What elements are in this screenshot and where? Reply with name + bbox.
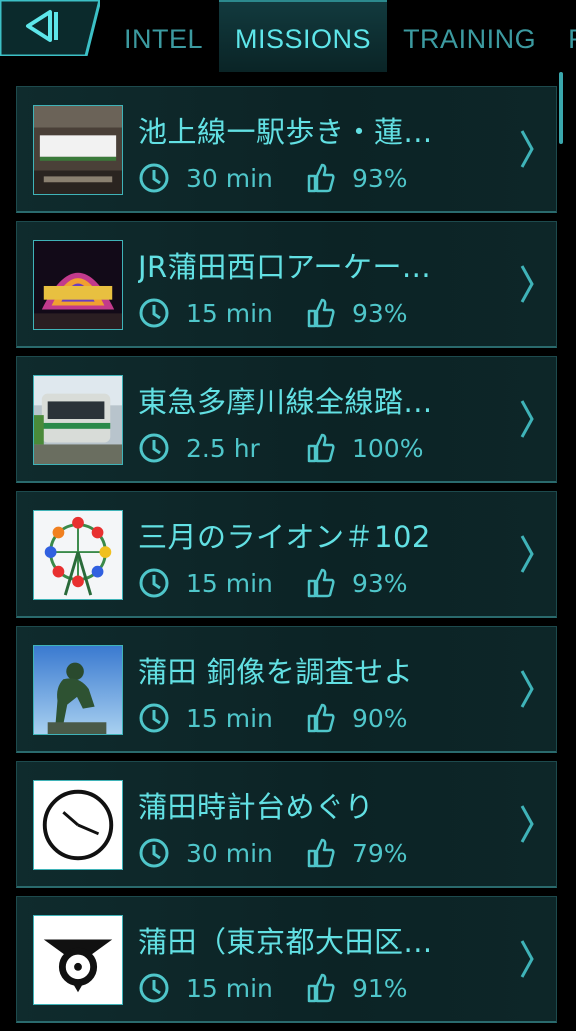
mission-title: 東急多摩川線全線踏...: [138, 385, 433, 419]
back-arrow-icon: [0, 0, 100, 56]
chevron-right-icon: [520, 130, 534, 168]
mission-duration: 30 min: [186, 838, 273, 868]
mission-card[interactable]: 蒲田時計台めぐり 30 min 79%: [16, 761, 557, 888]
clock-icon: [139, 163, 169, 193]
mission-rating: 79%: [352, 838, 408, 868]
arcade-sign-thumbnail: [33, 240, 123, 330]
clock-icon: [139, 838, 169, 868]
mission-card[interactable]: 池上線一駅歩き・蓮... 30 min 93%: [16, 86, 557, 213]
thumbs-up-icon: [307, 973, 335, 1003]
mission-meta: 15 min 93%: [138, 566, 408, 600]
thumbs-up-icon: [307, 298, 335, 328]
mission-duration: 15 min: [186, 568, 273, 598]
mission-duration: 15 min: [186, 298, 273, 328]
mission-title: 蒲田（東京都大田区...: [138, 925, 433, 959]
clock-icon: [139, 703, 169, 733]
scrollbar[interactable]: [559, 72, 563, 144]
mission-card[interactable]: 三月のライオン＃102 15 min 93%: [16, 491, 557, 618]
chevron-right-icon: [520, 400, 534, 438]
mission-card[interactable]: 蒲田（東京都大田区... 15 min 91%: [16, 896, 557, 1023]
chevron-right-icon: [520, 535, 534, 573]
mission-meta: 15 min 90%: [138, 701, 408, 735]
mission-meta: 15 min 93%: [138, 296, 408, 330]
mission-duration: 15 min: [186, 973, 273, 1003]
tab-bar: INTEL MISSIONS TRAINING REC: [108, 0, 576, 72]
mission-title: 三月のライオン＃102: [138, 520, 431, 554]
mission-meta: 2.5 hr 100%: [138, 431, 423, 465]
mission-title: 蒲田 銅像を調査せよ: [138, 655, 414, 689]
clock-icon: [139, 568, 169, 598]
mission-duration: 30 min: [186, 163, 273, 193]
mission-list: 池上線一駅歩き・蓮... 30 min 93% JR蒲田西口アーケー... 15…: [16, 86, 557, 1031]
mission-card[interactable]: 蒲田 銅像を調査せよ 15 min 90%: [16, 626, 557, 753]
mission-rating: 90%: [352, 703, 408, 733]
mission-duration: 15 min: [186, 703, 273, 733]
ferris-wheel-thumbnail: [33, 510, 123, 600]
mission-meta: 15 min 91%: [138, 971, 408, 1005]
thinker-statue-thumbnail: [33, 645, 123, 735]
mission-meta: 30 min 79%: [138, 836, 408, 870]
mission-title: 池上線一駅歩き・蓮...: [138, 115, 433, 149]
thumbs-up-icon: [307, 433, 335, 463]
chevron-right-icon: [520, 265, 534, 303]
mission-title: 蒲田時計台めぐり: [138, 790, 375, 824]
ward-emblem-thumbnail: [33, 915, 123, 1005]
mission-card[interactable]: JR蒲田西口アーケー... 15 min 93%: [16, 221, 557, 348]
tab-training[interactable]: TRAINING: [387, 0, 552, 72]
clock-icon: [139, 973, 169, 1003]
clock-icon: [139, 298, 169, 328]
mission-duration: 2.5 hr: [186, 433, 260, 463]
thumbs-up-icon: [307, 838, 335, 868]
clock-icon: [139, 433, 169, 463]
station-sign-thumbnail: [33, 105, 123, 195]
mission-rating: 93%: [352, 568, 408, 598]
clock-face-thumbnail: [33, 780, 123, 870]
thumbs-up-icon: [307, 703, 335, 733]
top-bar: INTEL MISSIONS TRAINING REC: [0, 0, 576, 72]
mission-rating: 93%: [352, 298, 408, 328]
tab-missions[interactable]: MISSIONS: [219, 0, 388, 72]
chevron-right-icon: [520, 670, 534, 708]
thumbs-up-icon: [307, 163, 335, 193]
tab-recruit[interactable]: REC: [552, 0, 576, 72]
mission-rating: 91%: [352, 973, 408, 1003]
mission-rating: 93%: [352, 163, 408, 193]
mission-card[interactable]: 東急多摩川線全線踏... 2.5 hr 100%: [16, 356, 557, 483]
mission-rating: 100%: [352, 433, 424, 463]
thumbs-up-icon: [307, 568, 335, 598]
tab-intel[interactable]: INTEL: [108, 0, 219, 72]
chevron-right-icon: [520, 805, 534, 843]
train-thumbnail: [33, 375, 123, 465]
mission-title: JR蒲田西口アーケー...: [138, 250, 432, 284]
chevron-right-icon: [520, 940, 534, 978]
back-button[interactable]: [0, 0, 100, 56]
mission-meta: 30 min 93%: [138, 161, 408, 195]
